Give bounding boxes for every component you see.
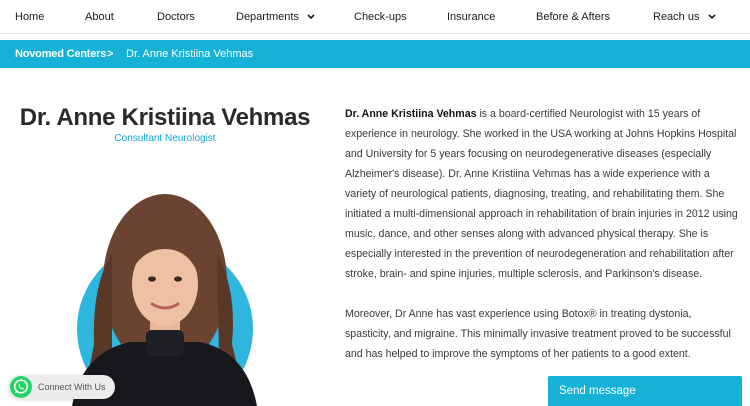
doctor-name: Dr. Anne Kristiina Vehmas [19,104,311,131]
chevron-down-icon [707,14,716,20]
nav-about-label: About [85,11,114,23]
send-message-label: Send message [559,385,636,397]
nav-departments-label: Departments [236,11,299,23]
top-navigation: Home About Doctors Departments Check-ups… [0,0,750,34]
breadcrumb-current: Dr. Anne Kristiina Vehmas [126,48,254,60]
bio-paragraph-1-text: is a board-certified Neurologist with 15… [345,108,738,280]
nav-before-afters[interactable]: Before & Afters [536,0,610,34]
whatsapp-connect-label: Connect With Us [38,382,106,392]
chevron-down-icon [307,14,315,20]
nav-insurance-label: Insurance [447,11,496,23]
breadcrumb: Novomed Centers > Dr. Anne Kristiina Veh… [0,40,750,68]
breadcrumb-parent-link[interactable]: Novomed Centers [15,40,106,68]
whatsapp-icon [10,376,32,398]
breadcrumb-separator: > [107,48,114,60]
nav-before-afters-label: Before & Afters [536,11,610,23]
nav-departments[interactable]: Departments [236,0,315,34]
doctor-title: Consultant Neurologist [114,133,216,144]
nav-checkups[interactable]: Check-ups [354,0,407,34]
bio-paragraph-1: Dr. Anne Kristiina Vehmas is a board-cer… [345,104,740,284]
send-message-button[interactable]: Send message [548,376,742,406]
whatsapp-connect-button[interactable]: Connect With Us [8,375,115,399]
bio-doctor-name: Dr. Anne Kristiina Vehmas [345,108,477,120]
bio-paragraph-2: Moreover, Dr Anne has vast experience us… [345,308,731,360]
doctor-bio: Dr. Anne Kristiina Vehmas is a board-cer… [345,104,740,364]
nav-insurance[interactable]: Insurance [447,0,495,34]
nav-checkups-label: Check-ups [354,11,407,23]
nav-doctors[interactable]: Doctors [157,0,195,34]
nav-about[interactable]: About [85,0,114,34]
nav-doctors-label: Doctors [157,11,195,23]
nav-reach-us[interactable]: Reach us [653,0,716,34]
nav-home-label: Home [15,11,45,23]
nav-home[interactable]: Home [15,0,44,34]
nav-reach-us-label: Reach us [653,11,700,23]
